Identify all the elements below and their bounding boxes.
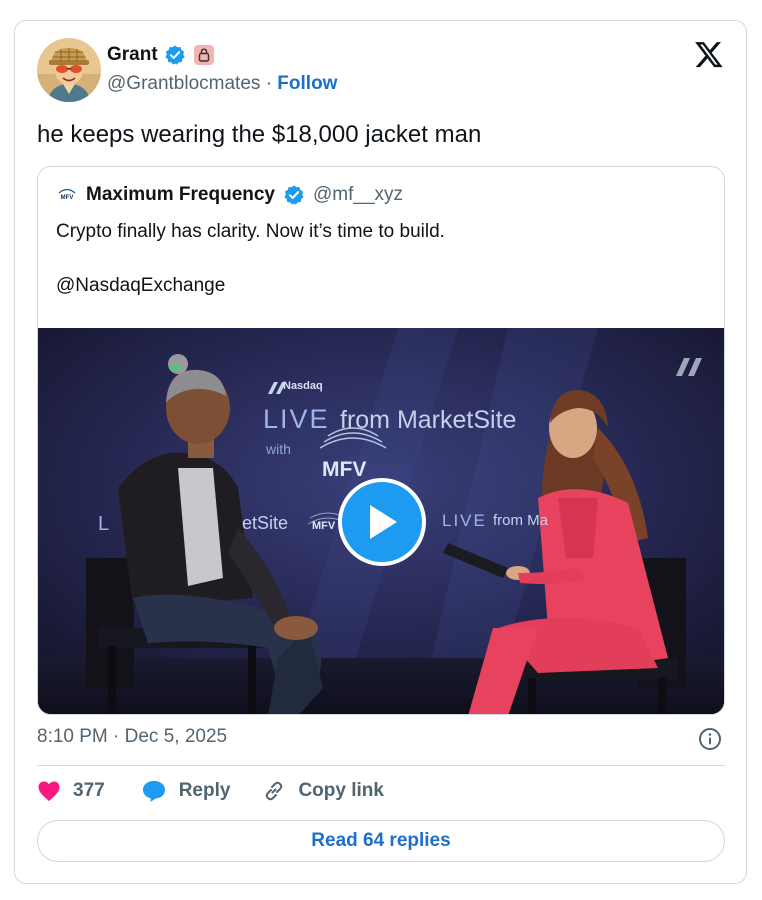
reply-bubble-icon xyxy=(142,781,165,802)
overlay-right-live: LIVE xyxy=(442,511,487,530)
video-thumbnail[interactable]: Nasdaq LIVE from MarketSite with MFV L e… xyxy=(38,328,724,714)
quoted-text-line: Crypto finally has clarity. Now it’s tim… xyxy=(56,221,445,242)
copy-link-button[interactable]: Copy link xyxy=(262,779,384,803)
overlay-left-letter: L xyxy=(98,513,110,535)
quoted-author-handle[interactable]: @mf__xyz xyxy=(313,184,403,206)
author-name[interactable]: Grant xyxy=(107,44,158,66)
tweet-actions: 377 Reply Copy link xyxy=(37,779,384,803)
divider xyxy=(37,765,725,766)
play-button[interactable] xyxy=(338,478,426,566)
avatar-illustration xyxy=(37,38,101,102)
author-handle-row: @Grantblocmates · Follow xyxy=(107,73,337,95)
reply-button[interactable]: Reply xyxy=(141,779,231,803)
like-count: 377 xyxy=(73,780,105,801)
author-handle[interactable]: @Grantblocmates xyxy=(107,73,260,94)
author-avatar[interactable] xyxy=(37,38,101,102)
overlay-nasdaq-brand: Nasdaq xyxy=(283,380,323,392)
quoted-logo-text: MFV xyxy=(61,195,74,201)
overlay-right-fragment: from Ma xyxy=(493,512,549,529)
info-icon[interactable] xyxy=(698,727,722,751)
quoted-header: MFV Maximum Frequency @mf__xyz xyxy=(56,184,403,206)
handle-separator: · xyxy=(265,73,273,94)
follow-button[interactable]: Follow xyxy=(277,73,337,94)
overlay-left-fragment: etSite xyxy=(242,513,289,533)
play-icon xyxy=(370,505,397,539)
link-icon xyxy=(266,781,283,801)
x-logo-icon[interactable] xyxy=(694,39,724,69)
tweet-embed-card: Grant @Grantblocmates · Follow he keeps … xyxy=(14,20,747,884)
quoted-avatar[interactable]: MFV xyxy=(56,184,78,206)
tweet-timestamp[interactable]: 8:10 PM · Dec 5, 2025 xyxy=(37,726,227,748)
quoted-tweet[interactable]: MFV Maximum Frequency @mf__xyz Crypto fi… xyxy=(37,166,725,715)
overlay-with: with xyxy=(266,441,291,457)
like-button[interactable]: 377 xyxy=(37,780,105,802)
verified-badge-icon xyxy=(284,185,304,205)
overlay-mfv: MFV xyxy=(322,458,367,481)
overlay-small-mfv: MFV xyxy=(312,520,336,532)
overlay-live: LIVE xyxy=(263,404,330,434)
affiliate-badge-icon xyxy=(193,45,214,65)
quoted-mention[interactable]: @NasdaqExchange xyxy=(56,272,445,299)
verified-badge-icon xyxy=(165,45,185,65)
tweet-text: he keeps wearing the $18,000 jacket man xyxy=(37,121,482,148)
author-name-row: Grant xyxy=(107,44,214,66)
quoted-author-name[interactable]: Maximum Frequency xyxy=(86,184,275,206)
copy-link-label: Copy link xyxy=(298,780,384,801)
overlay-from-marketsite: from MarketSite xyxy=(340,406,517,434)
heart-icon xyxy=(38,781,60,801)
read-replies-button[interactable]: Read 64 replies xyxy=(37,820,725,862)
quoted-text: Crypto finally has clarity. Now it’s tim… xyxy=(56,218,445,299)
reply-label: Reply xyxy=(178,780,231,801)
